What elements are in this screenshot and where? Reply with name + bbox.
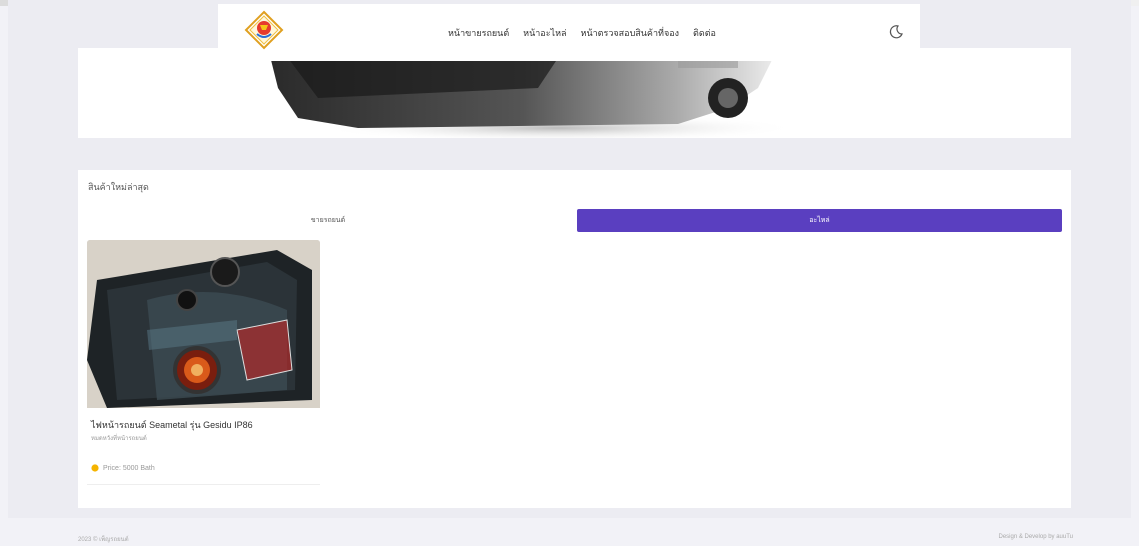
- moon-icon[interactable]: [888, 24, 904, 40]
- product-card[interactable]: ไฟหน้ารถยนต์ Seametal รุ่น Gesidu IP86 ห…: [87, 240, 320, 488]
- nav-link-parts[interactable]: หน้าอะไหล่: [523, 26, 566, 40]
- site-logo[interactable]: [244, 10, 284, 50]
- footer-credit: Design & Develop by auuTu: [998, 534, 1074, 540]
- product-price-label: Price: 5000 Bath: [103, 464, 155, 472]
- star-icon: [91, 464, 99, 472]
- nav-link-cars[interactable]: หน้าขายรถยนต์: [448, 26, 509, 40]
- product-category: หมดหวังที่หน้ารถยนต์: [91, 436, 147, 442]
- nav-links: หน้าขายรถยนต์ หน้าอะไหล่ หน้าตรวจสอบสินค…: [448, 26, 716, 40]
- product-price: Price: 5000 Bath: [91, 464, 155, 472]
- latest-products-section: สินค้าใหม่ล่าสุด ขายรถยนต์ อะไหล่ ไฟหน้า…: [78, 170, 1071, 508]
- hero-car-image: [268, 48, 798, 138]
- product-divider: [87, 484, 320, 485]
- product-name[interactable]: ไฟหน้ารถยนต์ Seametal รุ่น Gesidu IP86: [91, 418, 253, 432]
- tab-cars[interactable]: ขายรถยนต์: [88, 209, 568, 232]
- navbar: หน้าขายรถยนต์ หน้าอะไหล่ หน้าตรวจสอบสินค…: [218, 4, 920, 61]
- nav-link-contact[interactable]: ติดต่อ: [693, 26, 716, 40]
- tab-parts[interactable]: อะไหล่: [577, 209, 1062, 232]
- section-title: สินค้าใหม่ล่าสุด: [88, 182, 149, 192]
- footer-copyright: 2023 © เพ็ญรถยนต์: [78, 537, 129, 543]
- nav-link-bookings[interactable]: หน้าตรวจสอบสินค้าที่จอง: [581, 26, 679, 40]
- product-image[interactable]: [87, 240, 320, 408]
- hero-banner: [78, 48, 1071, 138]
